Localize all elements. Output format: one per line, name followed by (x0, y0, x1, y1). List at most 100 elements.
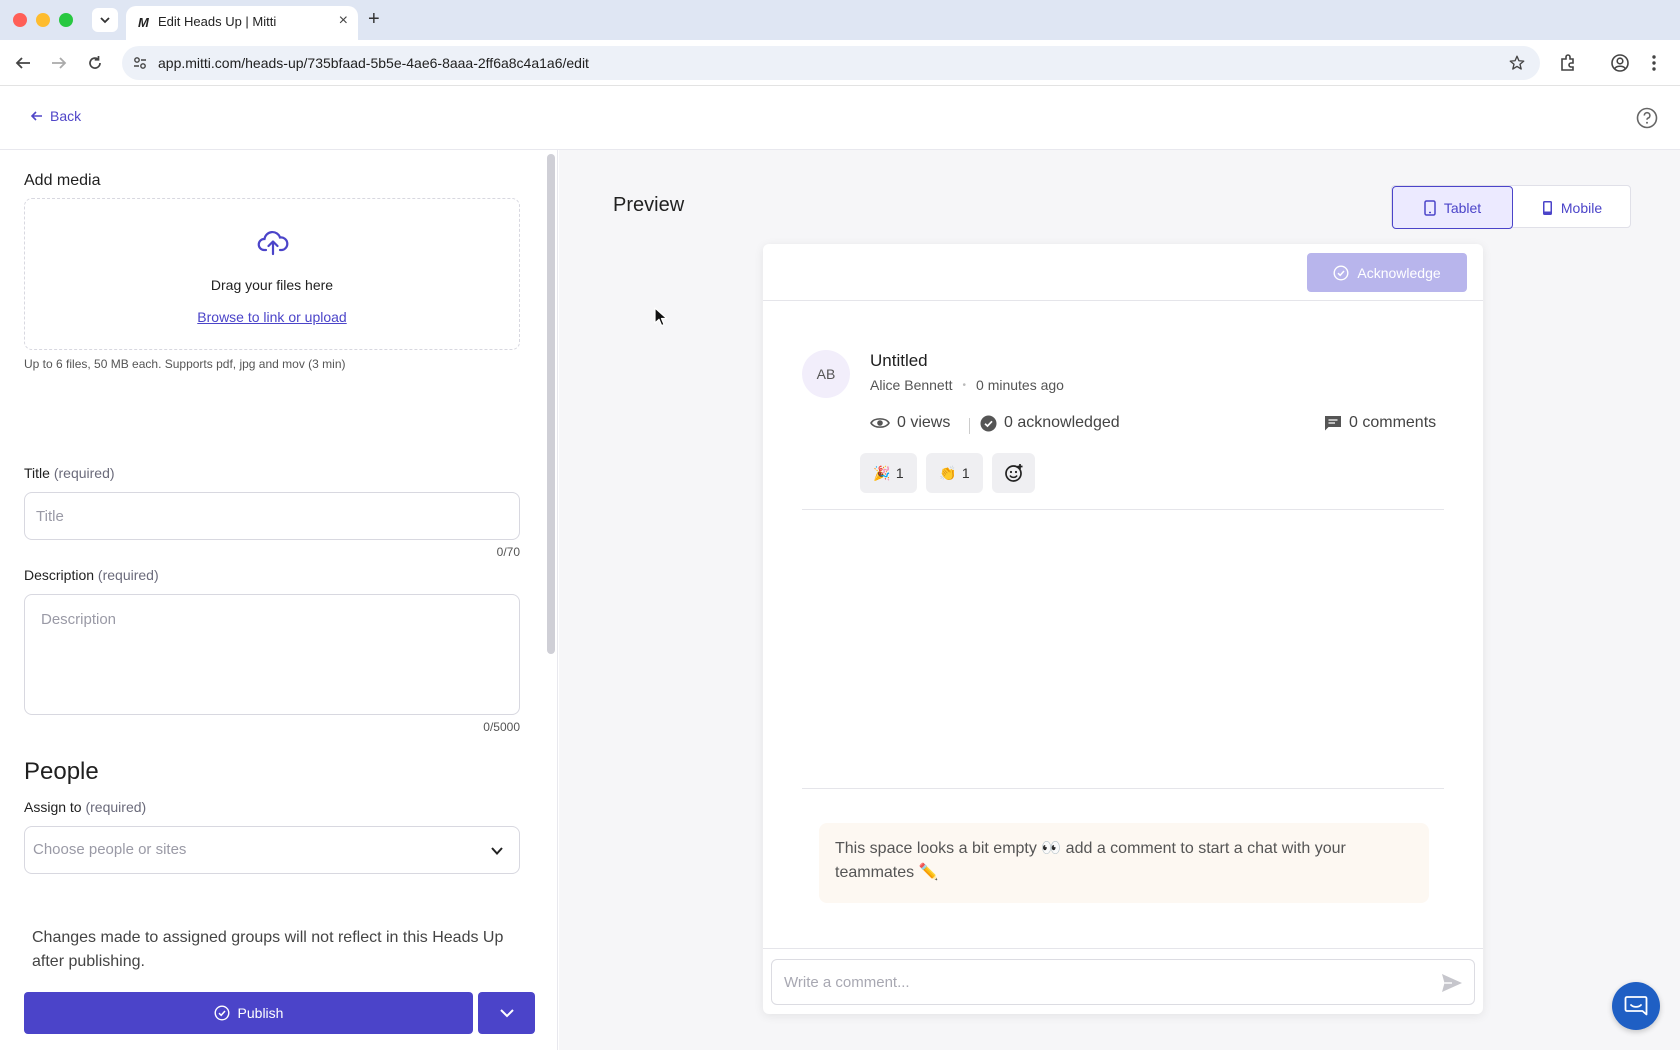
publish-button[interactable]: Publish (24, 992, 473, 1034)
check-circle-icon (1333, 264, 1349, 281)
people-heading: People (24, 758, 99, 785)
comments-stat: 0 comments (1324, 414, 1436, 432)
chat-support-button[interactable] (1612, 982, 1660, 1030)
eye-icon (870, 418, 890, 428)
description-label-text: Description (24, 567, 95, 583)
tab-search-button[interactable] (92, 8, 118, 32)
mobile-label: Mobile (1560, 199, 1603, 216)
preview-heading: Preview (613, 194, 685, 216)
description-placeholder: Description (41, 611, 117, 628)
check-circle-filled-icon (980, 415, 997, 431)
post-time: 0 minutes ago (976, 377, 1064, 393)
chevron-down-icon (499, 1009, 514, 1018)
close-window-button[interactable] (13, 13, 27, 27)
title-input[interactable]: Title (24, 492, 520, 540)
mobile-phone-icon (1542, 200, 1552, 215)
back-label: Back (50, 108, 82, 124)
description-char-counter: 0/5000 (483, 720, 520, 734)
device-toggle: Tablet Mobile (1391, 185, 1631, 229)
empty-comments-message: This space looks a bit empty 👀 add a com… (819, 823, 1429, 903)
tablet-tab[interactable]: Tablet (1392, 186, 1513, 229)
publish-notice: Changes made to assigned groups will not… (32, 929, 504, 970)
card-header-divider (763, 300, 1483, 301)
acknowledged-stat: 0 acknowledged (980, 414, 1120, 432)
send-icon[interactable] (1441, 973, 1463, 993)
assign-required-text: (required) (85, 799, 147, 815)
forward-arrow-icon[interactable] (50, 55, 68, 71)
chevron-down-icon (100, 17, 110, 24)
tab-title: Edit Heads Up | Mitti (158, 14, 277, 29)
title-char-counter: 0/70 (496, 545, 520, 559)
views-stat: 0 views (870, 414, 950, 432)
tab-close-icon[interactable]: × (339, 12, 348, 30)
bookmark-star-icon[interactable] (1508, 54, 1526, 72)
minimize-window-button[interactable] (36, 13, 50, 27)
comments-divider (802, 788, 1444, 789)
tablet-icon (1424, 199, 1436, 216)
party-emoji: 🎉 (873, 464, 891, 481)
back-button[interactable]: Back (30, 108, 81, 124)
title-required-text: (required) (53, 465, 115, 481)
edit-form-panel: Add media Drag your files here Browse to… (0, 150, 558, 1050)
title-placeholder: Title (36, 508, 64, 525)
meta-separator: • (962, 379, 967, 391)
media-dropzone[interactable]: Drag your files here Browse to link or u… (24, 198, 520, 350)
title-label: Title (required) (24, 465, 115, 481)
acknowledge-label: Acknowledge (1357, 264, 1441, 281)
cloud-upload-icon (257, 231, 289, 256)
media-hint: Up to 6 files, 50 MB each. Supports pdf,… (24, 357, 346, 371)
back-arrow-icon[interactable] (14, 55, 32, 71)
party-count: 1 (895, 465, 904, 481)
browser-tab-bar: M Edit Heads Up | Mitti × + (0, 0, 1680, 40)
site-info-icon[interactable] (132, 55, 148, 71)
assign-select[interactable]: Choose people or sites (24, 826, 520, 874)
browse-upload-link[interactable]: Browse to link or upload (197, 309, 346, 325)
chat-bubble-icon (1624, 996, 1648, 1016)
arrow-left-icon (30, 111, 42, 121)
clap-count: 1 (961, 465, 970, 481)
check-circle-icon (214, 1005, 230, 1021)
profile-icon[interactable] (1610, 53, 1630, 73)
description-textarea[interactable]: Description (24, 594, 520, 715)
description-required-text: (required) (97, 567, 159, 583)
reaction-clap[interactable]: 👏 1 (926, 453, 983, 493)
browser-menu-icon[interactable] (1650, 53, 1658, 73)
drop-files-text: Drag your files here (210, 277, 334, 293)
stat-divider (969, 418, 970, 434)
add-reaction-button[interactable] (992, 453, 1035, 493)
address-bar[interactable]: app.mitti.com/heads-up/735bfaad-5b5e-4ae… (122, 46, 1540, 80)
maximize-window-button[interactable] (59, 13, 73, 27)
preview-card: Acknowledge AB Untitled Alice Bennett • … (763, 244, 1483, 1014)
description-label: Description (required) (24, 567, 159, 583)
views-count: 0 views (897, 414, 951, 431)
browser-toolbar: app.mitti.com/heads-up/735bfaad-5b5e-4ae… (0, 40, 1680, 86)
tablet-label: Tablet (1443, 199, 1482, 216)
comment-input[interactable]: Write a comment... (771, 959, 1475, 1005)
add-media-label: Add media (24, 172, 101, 189)
publish-label: Publish (237, 1005, 284, 1021)
title-label-text: Title (24, 465, 50, 481)
mobile-tab[interactable]: Mobile (1513, 186, 1631, 229)
url-text: app.mitti.com/heads-up/735bfaad-5b5e-4ae… (158, 55, 589, 71)
mouse-cursor-icon (654, 307, 668, 327)
browser-tab[interactable]: M Edit Heads Up | Mitti × (126, 6, 358, 40)
comments-count: 0 comments (1349, 414, 1437, 431)
comment-placeholder: Write a comment... (784, 974, 910, 991)
extensions-icon[interactable] (1558, 53, 1578, 73)
form-scrollbar[interactable] (547, 154, 555, 654)
mitti-favicon-icon: M (138, 15, 149, 30)
assign-label: Assign to (required) (24, 799, 146, 815)
post-meta: Alice Bennett • 0 minutes ago (870, 377, 1064, 393)
chevron-down-icon (491, 847, 503, 855)
publish-options-button[interactable] (478, 992, 535, 1034)
reload-icon[interactable] (86, 54, 104, 72)
new-tab-icon[interactable]: + (368, 8, 380, 31)
composer-divider (763, 948, 1483, 949)
acknowledge-button[interactable]: Acknowledge (1307, 253, 1467, 292)
help-circle-icon[interactable] (1636, 107, 1658, 129)
post-divider (802, 509, 1444, 510)
comment-icon (1325, 415, 1341, 430)
add-emoji-icon (1004, 464, 1022, 482)
browse-link-wrap: Browse to link or upload (25, 309, 519, 327)
reaction-party[interactable]: 🎉 1 (860, 453, 917, 493)
